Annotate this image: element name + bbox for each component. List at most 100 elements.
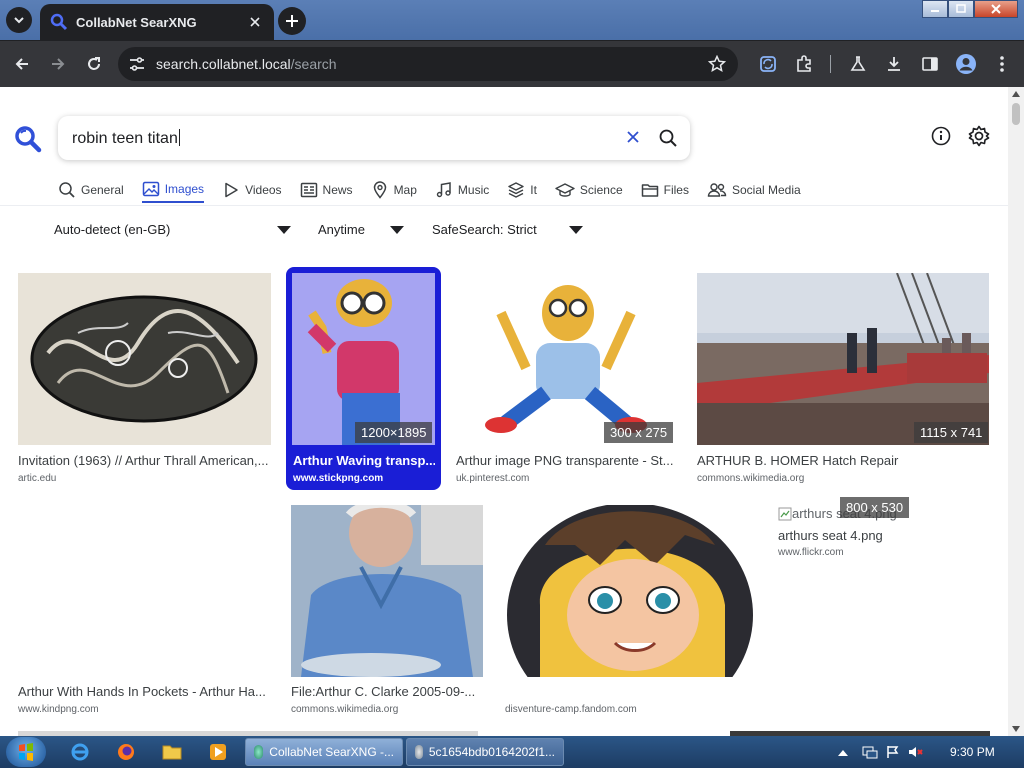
search-icon <box>59 182 75 198</box>
chevron-down-icon[interactable] <box>569 226 583 234</box>
searxng-favicon-icon <box>50 13 68 31</box>
show-hidden-icons-icon[interactable] <box>838 748 848 756</box>
result-image[interactable] <box>505 505 755 677</box>
image-icon <box>142 181 159 197</box>
tab-images[interactable]: Images <box>141 177 205 203</box>
tab-label: Science <box>579 183 623 197</box>
address-bar[interactable]: search.collabnet.local/search <box>118 47 738 81</box>
tab-general[interactable]: General <box>58 177 124 203</box>
media-player-pinned[interactable] <box>200 740 236 764</box>
downloads-button[interactable] <box>882 52 906 76</box>
scroll-down-icon[interactable] <box>1012 726 1020 732</box>
tab-videos[interactable]: Videos <box>222 177 282 203</box>
profile-avatar-icon <box>956 54 976 74</box>
search-input[interactable]: robin teen titan <box>72 129 180 148</box>
flag-icon[interactable] <box>886 745 900 759</box>
graduation-cap-icon <box>555 183 575 197</box>
browser-toolbar: search.collabnet.local/search <box>0 40 1024 87</box>
back-button[interactable] <box>10 52 34 76</box>
window-close-button[interactable] <box>974 0 1018 18</box>
result-title[interactable]: Arthur With Hands In Pockets - Arthur Ha… <box>18 684 271 699</box>
start-button[interactable] <box>6 737 46 767</box>
translate-icon <box>760 56 776 72</box>
folder-icon <box>641 184 658 197</box>
chevron-down-icon[interactable] <box>390 226 404 234</box>
result-image[interactable] <box>18 505 271 677</box>
firefox-pinned[interactable] <box>108 740 144 764</box>
taskbar-task-second[interactable]: 5c1654bdb0164202f1... <box>406 738 564 766</box>
reload-button[interactable] <box>82 52 106 76</box>
page-scrollbar[interactable] <box>1008 87 1024 736</box>
layers-icon <box>508 182 524 198</box>
forward-button[interactable] <box>46 52 70 76</box>
result-title[interactable]: File:Arthur C. Clarke 2005-09-... <box>291 684 483 699</box>
side-panel-icon <box>922 57 938 71</box>
scrollbar-thumb[interactable] <box>1012 103 1020 125</box>
new-tab-button[interactable] <box>278 7 306 35</box>
search-box[interactable]: robin teen titan <box>58 116 690 160</box>
result-title[interactable]: Invitation (1963) // Arthur Thrall Ameri… <box>18 453 271 468</box>
result-image[interactable] <box>18 273 271 445</box>
info-icon[interactable] <box>930 125 952 147</box>
browser-menu-button[interactable] <box>990 52 1014 76</box>
music-note-icon <box>436 182 451 198</box>
gear-icon[interactable] <box>968 125 990 147</box>
category-tabs: General Images Videos News Map Music It <box>58 177 819 203</box>
browser-tab[interactable]: CollabNet SearXNG <box>40 4 274 40</box>
result-image[interactable] <box>697 273 989 445</box>
tab-search-button[interactable] <box>6 7 32 33</box>
media-player-icon <box>210 744 226 760</box>
result-site: commons.wikimedia.org <box>291 704 399 715</box>
firefox-icon <box>118 744 134 760</box>
scroll-up-icon[interactable] <box>1012 91 1020 97</box>
maximize-button[interactable] <box>948 0 974 18</box>
side-panel-button[interactable] <box>918 52 942 76</box>
clear-search-icon[interactable] <box>626 130 640 144</box>
result-site: commons.wikimedia.org <box>697 473 805 484</box>
people-icon <box>707 183 727 197</box>
system-tray <box>838 736 924 768</box>
tab-social-media[interactable]: Social Media <box>707 177 801 203</box>
volume-muted-icon[interactable] <box>908 745 924 759</box>
arrow-right-icon <box>52 58 65 70</box>
result-title[interactable]: arthurs seat 4.png <box>778 528 978 543</box>
tab-science[interactable]: Science <box>555 177 623 203</box>
result-image[interactable] <box>456 273 676 445</box>
tab-map[interactable]: Map <box>371 177 417 203</box>
map-pin-icon <box>373 181 386 199</box>
taskbar-clock[interactable]: 9:30 PM <box>950 745 995 759</box>
explorer-pinned[interactable] <box>154 740 190 764</box>
result-title[interactable]: Arthur image PNG transparente - St... <box>456 453 676 468</box>
searxng-logo-icon[interactable] <box>14 125 42 153</box>
labs-button[interactable] <box>846 52 870 76</box>
language-select[interactable]: Auto-detect (en-GB) <box>54 222 170 237</box>
bookmark-star-icon[interactable] <box>708 55 726 73</box>
tab-files[interactable]: Files <box>641 177 689 203</box>
chrome-icon <box>254 745 264 759</box>
minimize-button[interactable] <box>922 0 948 18</box>
tab-close-icon[interactable] <box>246 13 264 31</box>
extension-button[interactable] <box>756 52 780 76</box>
network-icon[interactable] <box>862 745 878 759</box>
search-submit-icon[interactable] <box>658 128 678 148</box>
site-settings-icon[interactable] <box>128 55 146 73</box>
extensions-button[interactable] <box>792 52 816 76</box>
result-title[interactable]: Arthur Waving transp... <box>293 453 435 468</box>
safesearch-select[interactable]: SafeSearch: Strict <box>432 222 537 237</box>
tab-label: Map <box>393 183 417 197</box>
result-title[interactable]: ARTHUR B. HOMER Hatch Repair <box>697 453 989 468</box>
tab-news[interactable]: News <box>300 177 353 203</box>
browser-titlebar: CollabNet SearXNG <box>0 0 1024 40</box>
tab-music[interactable]: Music <box>435 177 489 203</box>
ie-pinned[interactable] <box>62 740 98 764</box>
chevron-down-icon[interactable] <box>277 226 291 234</box>
chevron-down-icon <box>14 17 24 24</box>
result-image[interactable] <box>292 273 435 445</box>
time-range-select[interactable]: Anytime <box>318 222 365 237</box>
taskbar-task-browser[interactable]: CollabNet SearXNG -... <box>245 738 403 766</box>
tab-it[interactable]: It <box>507 177 537 203</box>
result-image[interactable] <box>291 505 483 677</box>
profile-button[interactable] <box>954 52 978 76</box>
task-label: CollabNet SearXNG -... <box>269 745 394 759</box>
result-site: uk.pinterest.com <box>456 473 530 484</box>
